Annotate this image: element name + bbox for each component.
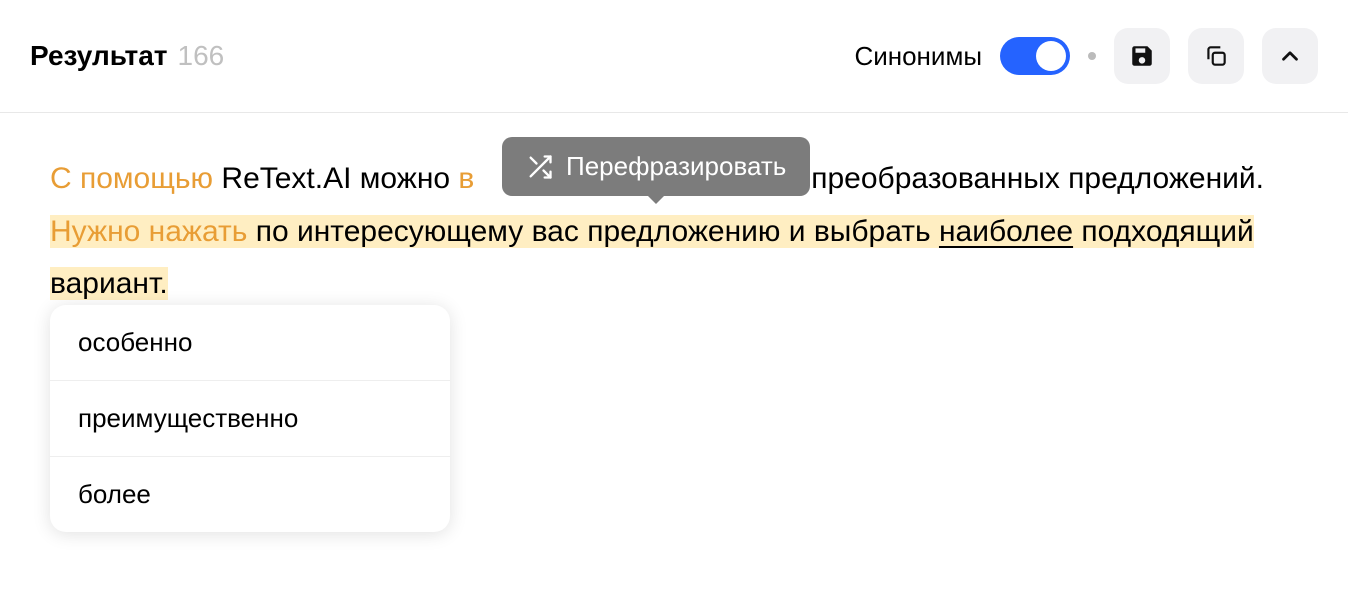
header: Результат 166 Синонимы [0,0,1348,113]
header-left: Результат 166 [30,40,224,72]
save-button[interactable] [1114,28,1170,84]
synonym-option[interactable]: более [50,457,450,532]
synonyms-label: Синонимы [854,41,982,72]
separator-dot [1088,52,1096,60]
text-segment: ReText.AI можно [213,162,458,195]
tooltip-label: Перефразировать [566,151,786,182]
collapse-button[interactable] [1262,28,1318,84]
text-segment: по интересующему вас предложению и выбра… [247,215,939,248]
text-segment: С помощью [50,162,213,195]
copy-icon [1203,43,1229,69]
text-segment: в [458,162,474,195]
result-count: 166 [178,40,225,72]
shuffle-icon [526,153,554,181]
synonym-option[interactable]: преимущественно [50,381,450,457]
selected-word[interactable]: наиболее [939,215,1073,248]
result-label: Результат [30,40,168,72]
save-icon [1129,43,1155,69]
synonyms-toggle[interactable] [1000,37,1070,75]
copy-button[interactable] [1188,28,1244,84]
header-right: Синонимы [854,28,1318,84]
chevron-up-icon [1277,43,1303,69]
rephrase-tooltip[interactable]: Перефразировать [502,137,810,196]
synonym-option[interactable]: особенно [50,305,450,381]
synonym-dropdown: особенно преимущественно более [50,305,450,532]
text-segment: Нужно нажать [50,215,247,248]
